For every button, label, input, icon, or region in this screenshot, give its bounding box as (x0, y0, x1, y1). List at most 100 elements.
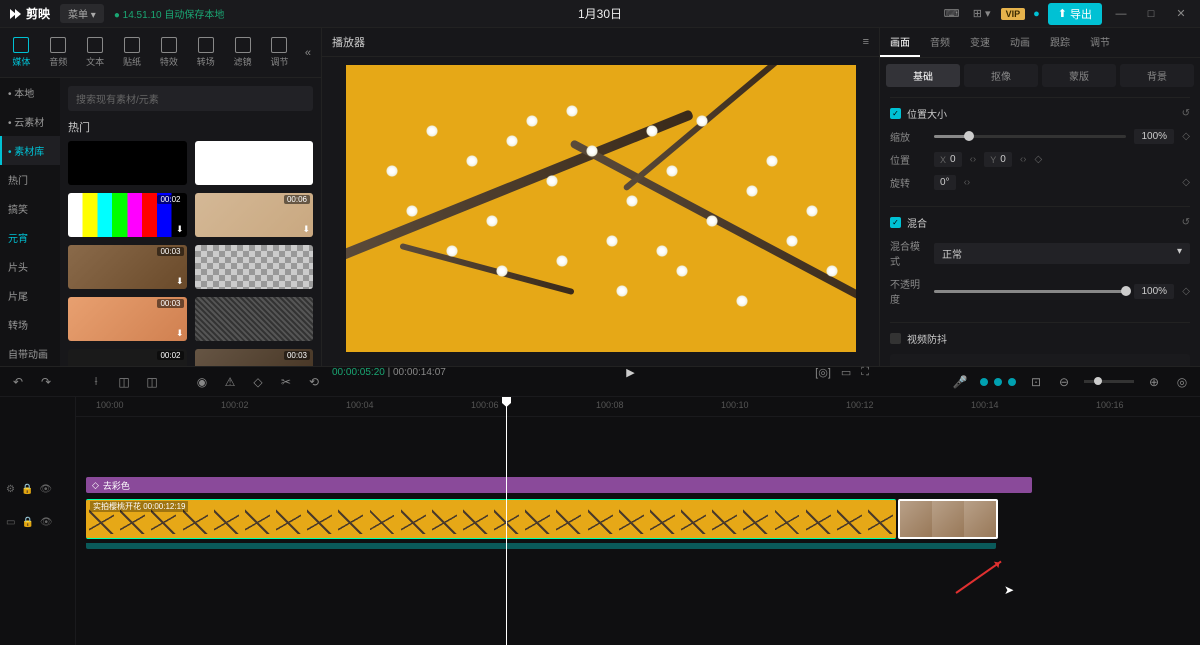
minimize-button[interactable]: — (1110, 8, 1132, 20)
sub-tab-2[interactable]: 蒙版 (1042, 64, 1116, 87)
asset-thumb-7[interactable] (195, 297, 314, 341)
search-input[interactable]: 搜索现有素材/元素 (68, 86, 313, 111)
zoom-fit-button[interactable]: ◎ (1174, 375, 1190, 389)
sidebar-cat-2[interactable]: • 素材库 (0, 136, 60, 165)
reset-icon[interactable]: ↺ (1182, 217, 1190, 228)
maximize-button[interactable]: □ (1140, 8, 1162, 20)
prop-tab-5[interactable]: 调节 (1080, 28, 1120, 57)
filter-clip[interactable]: ◇ 去彩色 (86, 477, 1032, 493)
tool-tab-1[interactable]: 音频 (41, 34, 76, 71)
tool-tab-0[interactable]: 媒体 (4, 34, 39, 71)
ruler-tick: 100:04 (346, 400, 374, 410)
shortcut-icon[interactable]: ⌨ (941, 7, 963, 20)
sidebar-cat-0[interactable]: • 本地 (0, 78, 60, 107)
collapse-icon[interactable]: « (299, 47, 317, 59)
blend-checkbox[interactable]: ✓ (890, 217, 901, 228)
mic-button[interactable]: 🎤 (952, 375, 968, 389)
playhead[interactable] (506, 397, 507, 645)
redo-button[interactable]: ↷ (38, 375, 54, 389)
ruler-tick: 100:02 (221, 400, 249, 410)
asset-thumb-6[interactable]: 00:03⬇ (68, 297, 187, 341)
sidebar-cat-5[interactable]: 元宵 (0, 223, 60, 252)
delete-left-button[interactable]: ◫ (116, 375, 132, 389)
scale-slider[interactable] (934, 135, 1126, 138)
main-video-clip[interactable]: 实拍樱桃开花 00:00:12:19 (86, 499, 896, 539)
scale-value[interactable]: 100% (1134, 129, 1174, 144)
tool-tab-6[interactable]: 滤镜 (225, 34, 260, 71)
sidebar-cat-7[interactable]: 片尾 (0, 281, 60, 310)
reverse-button[interactable]: ⟲ (306, 375, 322, 389)
sidebar-cat-6[interactable]: 片头 (0, 252, 60, 281)
prop-tab-4[interactable]: 跟踪 (1040, 28, 1080, 57)
zoom-in-button[interactable]: ⊕ (1146, 375, 1162, 389)
video-track-header[interactable]: ▭🔒👁 (0, 501, 75, 543)
vip-badge[interactable]: VIP (1001, 8, 1026, 20)
tool-tab-2[interactable]: 文本 (78, 34, 113, 71)
asset-thumb-1[interactable] (195, 141, 314, 185)
asset-thumb-8[interactable]: 00:02⬇ (68, 349, 187, 366)
layout-icon[interactable]: ⊞ ▾ (971, 7, 993, 20)
asset-thumb-0[interactable] (68, 141, 187, 185)
position-size-section: ✓ 位置大小 ↺ 缩放 100% ◇ 位置 X0 ‹› Y0 ‹› ◇ (890, 97, 1190, 206)
ruler-tick: 100:16 (1096, 400, 1124, 410)
position-size-checkbox[interactable]: ✓ (890, 108, 901, 119)
crop-button[interactable]: ✂ (278, 375, 294, 389)
undo-button[interactable]: ↶ (10, 375, 26, 389)
split-button[interactable]: ⟊ (88, 374, 104, 389)
preview-menu-icon[interactable]: ≡ (863, 36, 869, 48)
delete-right-button[interactable]: ◫ (144, 375, 160, 389)
audio-button[interactable]: ⚠ (222, 375, 238, 389)
audio-waveform[interactable] (86, 543, 996, 549)
freeze-button[interactable]: ◇ (250, 375, 266, 389)
video-preview[interactable] (346, 65, 856, 352)
opacity-slider[interactable] (934, 290, 1126, 293)
export-button[interactable]: ⬆ 导出 (1048, 3, 1102, 25)
sidebar-cat-3[interactable]: 热门 (0, 165, 60, 194)
zoom-slider[interactable] (1084, 380, 1134, 383)
timeline-tracks[interactable]: 100:00100:02100:04100:06100:08100:10100:… (76, 397, 1200, 645)
reset-icon[interactable]: ↺ (1182, 108, 1190, 119)
second-video-clip[interactable]: 素材.转场 拉屁股大腕 00 (898, 499, 998, 539)
position-x-input[interactable]: X0 (934, 152, 962, 167)
rotation-input[interactable]: 0° (934, 175, 956, 190)
preview-toggle[interactable]: ⊡ (1028, 375, 1044, 389)
section-title: 热门 (68, 119, 313, 135)
keyframe-icon[interactable]: ◇ (1182, 286, 1190, 297)
tool-tab-7[interactable]: 调节 (262, 34, 297, 71)
filter-track-header[interactable]: ⚙🔒👁 (0, 477, 75, 501)
asset-thumb-2[interactable]: 00:02⬇ (68, 193, 187, 237)
tool-tab-3[interactable]: 贴纸 (115, 34, 150, 71)
keyframe-icon[interactable]: ◇ (1182, 131, 1190, 142)
snap-toggles[interactable] (980, 378, 1016, 386)
sidebar-cat-9[interactable]: 自带动画 (0, 339, 60, 366)
zoom-out-button[interactable]: ⊖ (1056, 375, 1072, 389)
sub-tab-3[interactable]: 背景 (1120, 64, 1194, 87)
sidebar-cat-1[interactable]: • 云素材 (0, 107, 60, 136)
asset-thumb-9[interactable]: 00:03⬇ (195, 349, 314, 366)
section-label: 混合 (907, 215, 927, 230)
keyframe-icon[interactable]: ◇ (1182, 177, 1190, 188)
asset-thumb-4[interactable]: 00:03⬇ (68, 245, 187, 289)
prop-tab-1[interactable]: 音频 (920, 28, 960, 57)
stabilize-checkbox[interactable]: ✓ (890, 333, 901, 344)
sub-tab-1[interactable]: 抠像 (964, 64, 1038, 87)
sidebar-cat-8[interactable]: 转场 (0, 310, 60, 339)
blend-mode-select[interactable]: 正常▾ (934, 243, 1190, 264)
prop-tab-3[interactable]: 动画 (1000, 28, 1040, 57)
asset-thumb-5[interactable] (195, 245, 314, 289)
prop-tab-2[interactable]: 变速 (960, 28, 1000, 57)
position-y-input[interactable]: Y0 (984, 152, 1012, 167)
opacity-value[interactable]: 100% (1134, 284, 1174, 299)
keyframe-icon[interactable]: ◇ (1035, 154, 1043, 165)
asset-thumb-3[interactable]: 00:06⬇ (195, 193, 314, 237)
prop-tab-0[interactable]: 画面 (880, 28, 920, 57)
tool-tab-4[interactable]: 特效 (151, 34, 186, 71)
close-button[interactable]: ✕ (1170, 7, 1192, 20)
sidebar-cat-4[interactable]: 搞笑 (0, 194, 60, 223)
sub-tab-0[interactable]: 基础 (886, 64, 960, 87)
timeline-ruler[interactable]: 100:00100:02100:04100:06100:08100:10100:… (76, 397, 1200, 417)
speed-button[interactable]: ◉ (194, 375, 210, 389)
menu-dropdown[interactable]: 菜单 ▾ (60, 4, 104, 23)
feedback-icon[interactable]: ● (1033, 8, 1040, 20)
tool-tab-5[interactable]: 转场 (188, 34, 223, 71)
